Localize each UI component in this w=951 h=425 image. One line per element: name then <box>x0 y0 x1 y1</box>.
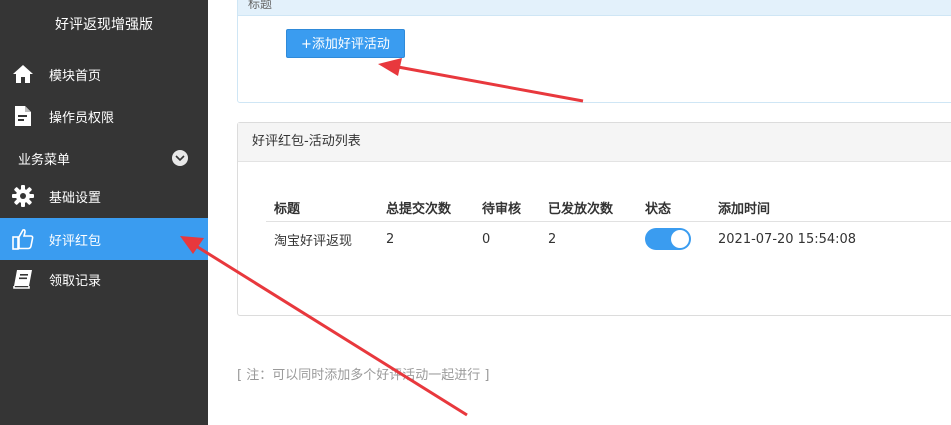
column-header-status: 状态 <box>637 193 710 222</box>
sidebar-item-label: 领取记录 <box>49 273 102 289</box>
book-icon <box>11 267 35 291</box>
sidebar-title: 好评返现增强版 <box>55 17 153 33</box>
activity-list-panel: 好评红包-活动列表 标题 总提交次数 待审核 已发放次数 状态 添加时间 淘宝好… <box>237 122 951 316</box>
sidebar-item-operator-permissions[interactable]: 操作员权限 <box>0 96 208 136</box>
sidebar-item-basic-settings[interactable]: 基础设置 <box>0 176 208 216</box>
sidebar-group-label: 业务菜单 <box>18 152 71 168</box>
column-header-pending-review: 待审核 <box>474 193 540 222</box>
sidebar-item-claim-records[interactable]: 领取记录 <box>0 259 208 299</box>
main-content: 标题 +添加好评活动 好评红包-活动列表 标题 总提交次数 待审核 已发放次数 … <box>208 0 951 425</box>
toggle-knob <box>671 230 689 248</box>
table-header-row: 标题 总提交次数 待审核 已发放次数 状态 添加时间 <box>266 193 951 222</box>
thumbs-up-icon <box>11 227 35 251</box>
chevron-down-icon[interactable] <box>172 150 188 166</box>
sidebar-item-label: 模块首页 <box>49 68 102 84</box>
status-toggle[interactable] <box>645 228 691 250</box>
panel-title: 好评红包-活动列表 <box>238 123 951 162</box>
column-header-total-submissions: 总提交次数 <box>378 193 474 222</box>
cell-pending-review: 0 <box>482 231 491 247</box>
document-icon <box>11 104 35 128</box>
cell-issued-count: 2 <box>548 231 557 247</box>
sidebar-item-label: 操作员权限 <box>49 110 115 126</box>
note-text: [ 注：可以同时添加多个好评活动一起进行 ] <box>237 368 490 383</box>
add-review-activity-button[interactable]: +添加好评活动 <box>286 29 405 58</box>
column-header-issued-count: 已发放次数 <box>540 193 637 222</box>
sidebar-item-module-home[interactable]: 模块首页 <box>0 54 208 94</box>
sidebar-item-label: 基础设置 <box>49 190 102 206</box>
column-header-title: 标题 <box>266 193 378 222</box>
cell-title: 淘宝好评返现 <box>274 233 353 249</box>
panel-header-title: 标题 <box>248 0 273 11</box>
cell-total-submissions: 2 <box>386 231 395 247</box>
column-header-added-time: 添加时间 <box>710 193 951 222</box>
sidebar: 好评返现增强版 模块首页 操作员权限 业务菜单 基础设置 好评红包 领取记录 <box>0 0 208 425</box>
add-activity-panel: 标题 +添加好评活动 <box>237 0 951 103</box>
activity-table: 标题 总提交次数 待审核 已发放次数 状态 添加时间 淘宝好评返现 2 0 2 <box>266 193 951 256</box>
gear-icon <box>11 184 35 208</box>
cell-added-time: 2021-07-20 15:54:08 <box>718 231 857 247</box>
table-row: 淘宝好评返现 2 0 2 2021-07-20 15:54:08 <box>266 222 951 257</box>
panel-header: 标题 <box>238 0 951 16</box>
app-window: 好评返现增强版 模块首页 操作员权限 业务菜单 基础设置 好评红包 领取记录 标… <box>0 0 951 425</box>
sidebar-group-business-menu[interactable]: 业务菜单 <box>0 138 208 178</box>
home-icon <box>11 62 35 86</box>
sidebar-item-review-red-packet[interactable]: 好评红包 <box>0 218 208 260</box>
sidebar-item-label: 好评红包 <box>49 233 102 249</box>
cell-status <box>637 222 710 257</box>
